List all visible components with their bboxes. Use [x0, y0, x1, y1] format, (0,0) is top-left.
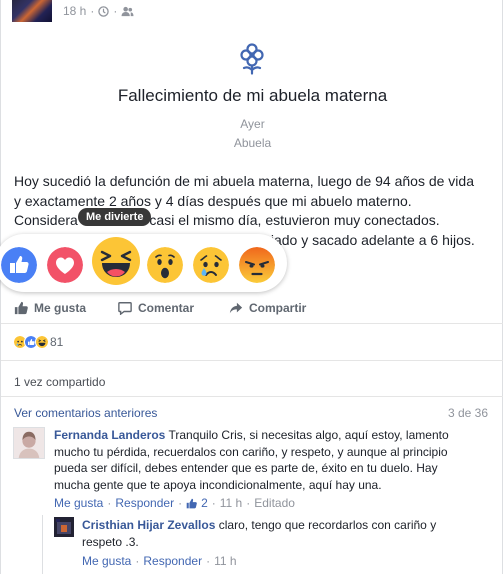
comment-author[interactable]: Cristhian Hijar Zevallos	[82, 518, 215, 532]
comment-button[interactable]: Comentar	[118, 301, 194, 315]
reaction-summary[interactable]: 81	[13, 335, 63, 349]
like-button[interactable]: Me gusta	[14, 301, 86, 315]
meta-separator: ·	[113, 4, 118, 18]
commenter-avatar[interactable]	[13, 427, 45, 459]
footer-separator: ·	[178, 496, 183, 510]
clock-icon	[98, 5, 110, 17]
comment-body: Cristhian Hijar Zevallos claro, tengo qu…	[82, 517, 462, 550]
post-header: 18 h · ·	[1, 0, 503, 26]
post-text-line: Hoy sucedió la defunción de mi abuela ma…	[14, 173, 474, 189]
reaction-count[interactable]: 81	[50, 335, 63, 349]
footer-separator: ·	[246, 496, 251, 510]
post-card: 18 h · · Fallecimiento de mi abuela mate…	[0, 0, 503, 574]
comment-time[interactable]: 11 h	[214, 554, 236, 568]
footer-separator: ·	[206, 554, 211, 568]
post-time[interactable]: 18 h	[63, 4, 86, 18]
share-label: Compartir	[249, 301, 307, 315]
post-action-row: Me gusta Comentar Compartir	[1, 296, 503, 320]
share-arrow-icon	[229, 302, 243, 314]
reaction-like-icon[interactable]	[1, 247, 37, 283]
reaction-angry-icon[interactable]	[239, 247, 275, 283]
comment-footer: Me gusta · Responder · 11 h	[82, 554, 237, 568]
flower-icon	[240, 43, 264, 75]
friends-icon[interactable]	[121, 6, 134, 17]
reply-thread-line	[42, 515, 43, 574]
comment-footer: Me gusta · Responder · 2 · 11 h · Editad…	[54, 496, 295, 510]
post-meta: 18 h · ·	[63, 4, 134, 18]
reaction-wow-icon[interactable]	[147, 247, 183, 283]
comment-reply-link[interactable]: Responder	[115, 496, 174, 510]
footer-separator: ·	[211, 496, 216, 510]
view-previous-comments-link[interactable]: Ver comentarios anteriores	[14, 406, 157, 420]
author-avatar[interactable]	[12, 0, 52, 22]
share-button[interactable]: Compartir	[229, 301, 306, 315]
comment-reply-link[interactable]: Responder	[143, 554, 202, 568]
comment-body: Fernanda Landeros Tranquilo Cris, si nec…	[54, 427, 474, 493]
commenter-avatar[interactable]	[54, 517, 74, 537]
reaction-tooltip: Me divierte	[78, 208, 152, 226]
reaction-haha-icon[interactable]	[91, 236, 141, 286]
reaction-picker	[0, 234, 287, 292]
comment-label: Comentar	[138, 301, 195, 315]
haha-mini-icon	[35, 335, 49, 349]
comment-author[interactable]: Fernanda Landeros	[54, 428, 165, 442]
comment-like-link[interactable]: Me gusta	[82, 554, 131, 568]
divider	[1, 323, 503, 324]
footer-separator: ·	[135, 554, 140, 568]
speech-bubble-icon	[118, 302, 132, 315]
comment-like-link[interactable]: Me gusta	[54, 496, 103, 510]
like-label: Me gusta	[34, 301, 87, 315]
divider	[1, 360, 503, 361]
life-event-title: Fallecimiento de mi abuela materna	[117, 86, 388, 105]
life-event-subtitle: Abuela	[233, 136, 272, 150]
thumbs-up-icon	[14, 301, 28, 315]
comment-edited[interactable]: Editado	[254, 496, 295, 510]
comments-pager: 3 de 36	[447, 406, 488, 420]
divider	[1, 396, 503, 397]
life-event-date: Ayer	[240, 117, 265, 131]
comment-like-count[interactable]: 2	[201, 496, 208, 510]
meta-separator: ·	[90, 4, 95, 18]
footer-separator: ·	[107, 496, 112, 510]
reaction-love-icon[interactable]	[47, 247, 83, 283]
thumbs-up-icon	[186, 498, 197, 508]
share-count[interactable]: 1 vez compartido	[14, 375, 105, 389]
comment-time[interactable]: 11 h	[220, 496, 242, 510]
reaction-sad-icon[interactable]	[193, 247, 229, 283]
